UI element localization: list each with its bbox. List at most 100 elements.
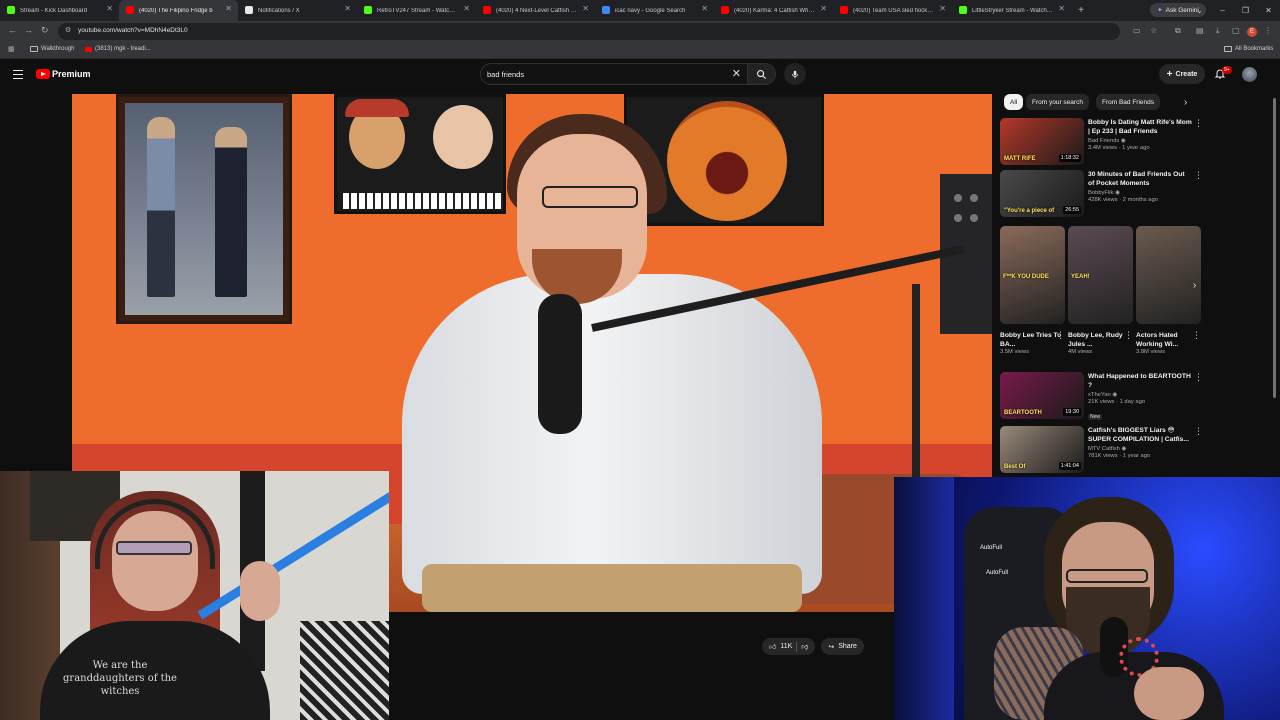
tab-favicon-icon [364,6,372,14]
bookmarks-bar: ▦ Walkthrough (3813) mgk - treadi... All… [0,42,1280,59]
more-options-icon[interactable]: ⋮ [1194,372,1203,383]
cast-icon[interactable]: ▭ [1133,26,1141,35]
filter-chip[interactable]: From Bad Friends [1096,94,1161,110]
browser-tab[interactable]: (4020) The Filipino Fridge b ✕ [119,0,238,21]
browser-tab[interactable]: (4020) Team USA sled hockey o ✕ [833,0,952,21]
shorts-next-icon[interactable]: › [1193,280,1196,291]
forward-icon[interactable]: → [24,25,33,35]
thumbnail-text: "You're a piece of [1004,208,1055,214]
back-icon[interactable]: ← [8,25,17,35]
brand-label[interactable]: Premium [52,69,91,79]
video-thumbnail[interactable]: Best Of 1:41:04 [1000,426,1084,473]
short-thumbnail[interactable] [1136,226,1201,324]
search-icon [757,69,767,79]
tab-title: (4020) The Filipino Fridge b [139,7,213,14]
channel-name[interactable]: BobbyFlik ◉ [1088,190,1192,196]
browser-tab[interactable]: Stream - Kick Dashboard ✕ [0,0,119,21]
video-thumbnail[interactable]: MATT RIFE 1:18:32 [1000,118,1084,165]
video-title[interactable]: What Happened to BEARTOOTH ? [1088,372,1192,390]
browser-tab[interactable]: LittleStryker Stream - Watch Li ✕ [952,0,1071,21]
video-thumbnail[interactable]: BEARTOOTH 19:30 [1000,372,1084,419]
tab-search-icon[interactable]: ⌄ [1188,0,1211,21]
create-button[interactable]: + Create [1159,64,1205,84]
video-title[interactable]: 30 Minutes of Bad Friends Out of Pocket … [1088,170,1192,188]
recommended-video[interactable]: Best Of 1:41:04 Catfish's BIGGEST Liars 😳 … [1000,426,1203,474]
view-stats: 428K views · 2 months ago [1088,197,1158,203]
duration-badge: 19:30 [1063,408,1081,416]
tab-close-icon[interactable]: ✕ [225,4,232,13]
short-thumbnail[interactable]: F**K YOU DUDE [1000,226,1065,324]
apps-grid-icon[interactable]: ▦ [8,45,15,53]
thumbs-down-icon: 👎︎ [801,644,809,651]
search-button[interactable] [748,63,776,85]
like-count: 11K [780,643,793,650]
short-card[interactable]: Actors Hated Working Wi... 3.8M views ⋮ [1136,226,1201,366]
tab-close-icon[interactable]: ✕ [820,4,827,13]
menu-kebab-icon[interactable]: ⋮ [1264,26,1272,35]
more-options-icon[interactable]: ⋮ [1192,330,1201,341]
browser-tab[interactable]: RetroTV247 Stream - Watch Li ✕ [357,0,476,21]
tab-close-icon[interactable]: ✕ [106,4,113,13]
share-button[interactable]: ↪ Share [821,638,864,655]
browser-tab[interactable]: icac navy - Google Search ✕ [595,0,714,21]
filter-chip[interactable]: All [1004,94,1024,110]
tab-groups-icon[interactable]: ▢ [1232,26,1240,35]
browser-tab[interactable]: (4020) Karma: 4 Catfish Who G ✕ [714,0,833,21]
youtube-logo-icon[interactable] [36,69,50,79]
more-options-icon[interactable]: ⋮ [1194,170,1203,181]
omnibox[interactable]: ⚙ youtube.com/watch?v=MDhN4eDt3L0 [58,23,1120,40]
tab-close-icon[interactable]: ✕ [939,4,946,13]
tab-close-icon[interactable]: ✕ [463,4,470,13]
duration-badge: 1:18:32 [1058,154,1081,162]
dislike-button[interactable]: 👎︎ [801,642,808,651]
more-options-icon[interactable]: ⋮ [1124,330,1133,341]
short-card[interactable]: F**K YOU DUDE Bobby Lee Tries To BA... 3.5… [1000,226,1065,366]
close-window-button[interactable]: ✕ [1257,0,1280,21]
like-dislike-group: 👍︎ 11K 👎︎ [762,638,816,655]
video-title[interactable]: Bobby Is Dating Matt Rife's Mom | Ep 233… [1088,118,1192,136]
account-avatar[interactable] [1242,67,1257,82]
recommended-video[interactable]: MATT RIFE 1:18:32 Bobby Is Dating Matt Rif… [1000,118,1203,166]
tab-title: RetroTV247 Stream - Watch Li [377,7,458,14]
downloads-icon[interactable]: ⤓ [1216,26,1220,36]
tab-close-icon[interactable]: ✕ [582,4,589,13]
channel-name[interactable]: xTheYan ◉ [1088,392,1192,398]
recommended-video[interactable]: BEARTOOTH 19:30 What Happened to BEARTOOTH… [1000,372,1203,420]
browser-tab[interactable]: Notifications / X ✕ [238,0,357,21]
bookmark-star-icon[interactable]: ☆ [1150,26,1157,35]
bookmark-mgk[interactable]: (3813) mgk - treadi... [85,46,151,52]
more-options-icon[interactable]: ⋮ [1194,426,1203,437]
more-options-icon[interactable]: ⋮ [1194,118,1203,129]
sidebar-icon[interactable]: ▤ [1196,26,1204,35]
voice-search-button[interactable] [784,63,806,85]
browser-tab[interactable]: (4020) 4 Next-Level Catfish Inv ✕ [476,0,595,21]
maximize-button[interactable]: ❐ [1234,0,1257,21]
short-card[interactable]: YEAH! Bobby Lee, Rudy Jules ... 4M views ⋮ [1068,226,1133,366]
short-thumbnail[interactable]: YEAH! [1068,226,1133,324]
video-thumbnail[interactable]: "You're a piece of 26:55 [1000,170,1084,217]
minimize-button[interactable]: – [1211,0,1234,21]
clear-search-icon[interactable]: ✕ [732,67,741,80]
new-tab-button[interactable]: + [1071,0,1091,21]
filter-chip[interactable]: From your search [1026,94,1089,110]
chevron-right-icon[interactable]: › [1184,97,1187,108]
guest-pants [422,564,802,612]
site-info-icon[interactable]: ⚙ [65,26,71,34]
tab-close-icon[interactable]: ✕ [701,4,708,13]
profile-avatar[interactable]: E [1247,27,1257,37]
search-input[interactable]: bad friends ✕ [480,63,748,85]
bookmark-walkthrough[interactable]: Walkthrough [30,46,74,52]
tab-close-icon[interactable]: ✕ [1058,4,1065,13]
channel-name[interactable]: MTV Catfish ◉ [1088,446,1192,452]
reload-icon[interactable]: ↻ [41,25,49,36]
recommended-video[interactable]: "You're a piece of 26:55 30 Minutes of Bad… [1000,170,1203,218]
extensions-icon[interactable]: ⧉ [1175,26,1181,36]
more-options-icon[interactable]: ⋮ [1056,330,1065,341]
channel-name[interactable]: Bad Friends ◉ [1088,138,1192,144]
page-scrollbar[interactable] [1272,94,1277,414]
all-bookmarks[interactable]: All Bookmarks [1224,46,1273,52]
menu-hamburger-icon[interactable] [13,70,23,82]
video-title[interactable]: Catfish's BIGGEST Liars 😳 SUPER COMPILAT… [1088,426,1192,444]
tab-close-icon[interactable]: ✕ [344,4,351,13]
like-button[interactable]: 👍︎ 11K [769,642,792,651]
